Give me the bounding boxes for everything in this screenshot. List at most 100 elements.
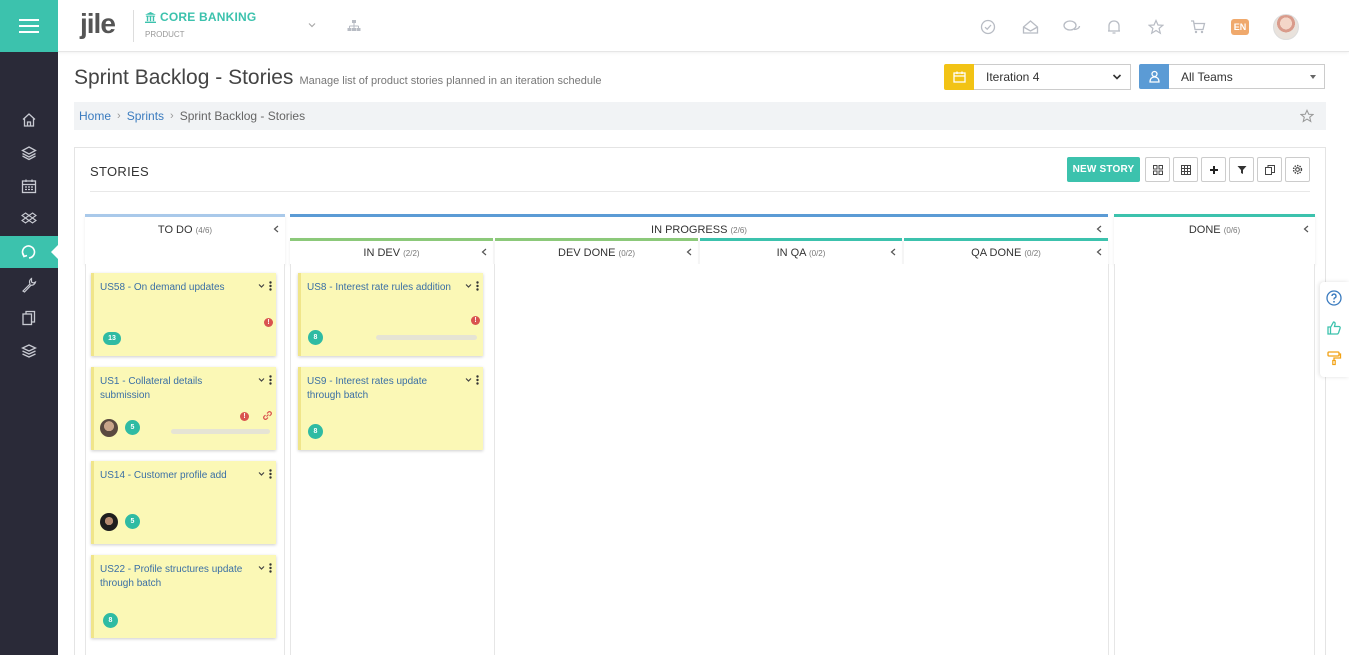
new-story-button[interactable]: NEW STORY [1067, 157, 1140, 182]
chevron-right-icon: › [170, 110, 174, 122]
breadcrumb-current: Sprint Backlog - Stories [179, 109, 306, 123]
story-card[interactable]: US58 - On demand updates ! 13 [91, 273, 276, 356]
iteration-select[interactable]: Iteration 4 [974, 64, 1131, 90]
chat-icon[interactable] [1063, 18, 1081, 36]
collapse-chevron-icon[interactable] [686, 248, 692, 256]
grid-view-button[interactable] [1173, 157, 1198, 182]
link-icon[interactable] [262, 410, 273, 421]
story-title[interactable]: US22 - Profile structures update through… [100, 563, 245, 591]
warning-icon: ! [240, 412, 249, 421]
collapse-chevron-icon[interactable] [890, 248, 896, 256]
collapse-chevron-icon[interactable] [1096, 248, 1102, 256]
chevron-down-icon[interactable] [258, 283, 265, 289]
column-qa-done-body [903, 264, 1109, 655]
story-title[interactable]: US8 - Interest rate rules addition [307, 281, 452, 295]
hierarchy-icon[interactable] [347, 19, 361, 33]
documents-icon [22, 310, 36, 326]
chevron-down-icon[interactable] [465, 377, 472, 383]
page-header: Sprint Backlog - Stories Manage list of … [74, 66, 602, 90]
collapse-chevron-icon[interactable] [481, 248, 487, 256]
chevron-down-icon[interactable] [307, 20, 317, 30]
card-view-icon [1152, 164, 1163, 175]
sidebar-item-home[interactable] [0, 104, 58, 136]
column-in-dev: IN DEV (2/2) [290, 238, 493, 264]
chevron-down-icon[interactable] [258, 377, 265, 383]
chevron-down-icon[interactable] [258, 471, 265, 477]
column-done-title: DONE (0/6) [1188, 224, 1241, 236]
sidebar-item-documents[interactable] [0, 302, 58, 334]
card-actions [465, 375, 479, 385]
floating-help-bar [1320, 282, 1349, 377]
kebab-menu-icon[interactable] [269, 281, 272, 291]
add-button[interactable] [1201, 157, 1226, 182]
chevron-right-icon: › [117, 110, 121, 122]
chevron-down-icon[interactable] [465, 283, 472, 289]
story-card[interactable]: US1 - Collateral details submission ! 5 [91, 367, 276, 450]
column-dev-done: DEV DONE (0/2) [495, 238, 698, 264]
help-button[interactable] [1325, 289, 1343, 307]
warning-icon: ! [264, 318, 273, 327]
team-badge [1139, 64, 1169, 89]
star-icon[interactable] [1147, 18, 1165, 36]
chevron-down-icon[interactable] [258, 565, 265, 571]
assignee-avatar[interactable] [100, 419, 118, 437]
column-in-qa: IN QA (0/2) [700, 238, 902, 264]
card-actions [258, 281, 272, 291]
sidebar-item-calendar[interactable] [0, 170, 58, 202]
assignee-avatar[interactable] [100, 513, 118, 531]
sidebar [0, 52, 59, 655]
kebab-menu-icon[interactable] [476, 375, 479, 385]
user-avatar[interactable] [1273, 14, 1299, 40]
sidebar-item-sprints[interactable] [0, 236, 59, 268]
sidebar-item-layers[interactable] [0, 137, 58, 169]
story-title[interactable]: US1 - Collateral details submission [100, 375, 245, 403]
story-points-badge: 8 [103, 613, 118, 628]
collapse-chevron-icon[interactable] [1303, 225, 1309, 233]
calendar-icon [952, 71, 966, 83]
story-title[interactable]: US14 - Customer profile add [100, 469, 245, 483]
sidebar-item-stack[interactable] [0, 335, 58, 367]
team-select[interactable]: All Teams [1169, 64, 1325, 89]
language-badge[interactable]: EN [1231, 19, 1249, 35]
settings-button[interactable] [1285, 157, 1310, 182]
team-icon [1148, 70, 1160, 83]
team-selector[interactable]: All Teams [1139, 64, 1325, 89]
bell-icon[interactable] [1105, 18, 1123, 36]
kebab-menu-icon[interactable] [269, 563, 272, 573]
story-points-badge: 5 [125, 514, 140, 529]
story-card[interactable]: US9 - Interest rates update through batc… [298, 367, 483, 450]
check-circle-icon[interactable] [979, 18, 997, 36]
story-card[interactable]: US22 - Profile structures update through… [91, 555, 276, 638]
kebab-menu-icon[interactable] [476, 281, 479, 291]
kebab-menu-icon[interactable] [269, 375, 272, 385]
column-qa-done-title: QA DONE (0/2) [971, 247, 1041, 259]
product-switcher[interactable]: CORE BANKING PRODUCT [145, 10, 256, 39]
kebab-menu-icon[interactable] [269, 469, 272, 479]
card-view-button[interactable] [1145, 157, 1170, 182]
menu-toggle-button[interactable] [0, 0, 58, 52]
inbox-icon[interactable] [1021, 18, 1039, 36]
panel-header: STORIES NEW STORY [90, 157, 1310, 192]
card-actions [465, 281, 479, 291]
cart-icon[interactable] [1189, 18, 1207, 36]
sidebar-item-dropbox[interactable] [0, 203, 58, 235]
theme-button[interactable] [1325, 349, 1343, 367]
app-logo[interactable]: jile [80, 8, 116, 40]
breadcrumb-sprints[interactable]: Sprints [127, 109, 164, 123]
story-title[interactable]: US9 - Interest rates update through batc… [307, 375, 452, 403]
copy-button[interactable] [1257, 157, 1282, 182]
feedback-button[interactable] [1325, 319, 1343, 337]
favorite-star-icon[interactable] [1300, 109, 1314, 123]
collapse-chevron-icon[interactable] [273, 225, 279, 233]
filter-button[interactable] [1229, 157, 1254, 182]
home-icon [22, 113, 36, 127]
story-card[interactable]: US8 - Interest rate rules addition ! 8 [298, 273, 483, 356]
story-title[interactable]: US58 - On demand updates [100, 281, 245, 295]
iteration-selector[interactable]: Iteration 4 [944, 64, 1131, 90]
story-card[interactable]: US14 - Customer profile add 5 [91, 461, 276, 544]
breadcrumb-home[interactable]: Home [79, 109, 111, 123]
sidebar-item-tools[interactable] [0, 269, 58, 301]
collapse-chevron-icon[interactable] [1096, 225, 1102, 233]
card-actions [258, 469, 272, 479]
grid-view-icon [1180, 164, 1191, 175]
